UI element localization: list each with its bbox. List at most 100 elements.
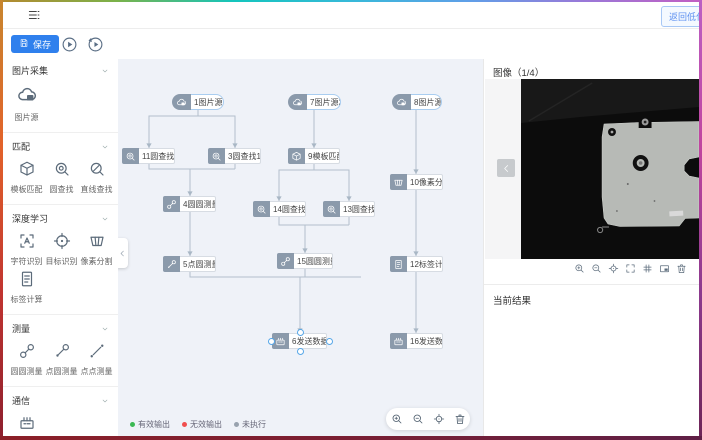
- flow-node-11[interactable]: 11圆查找2: [122, 148, 175, 164]
- zoom-in-icon[interactable]: [574, 263, 585, 274]
- sidebar-tool-label: 标签计算: [11, 294, 43, 305]
- match-cube-icon: [288, 148, 305, 164]
- flow-node-label: 8图片源3: [411, 94, 442, 110]
- trash-icon[interactable]: [676, 263, 687, 274]
- zoom-out-icon[interactable]: [591, 263, 602, 274]
- sidebar-tool-find-line[interactable]: 直线查找: [79, 160, 114, 195]
- chevron-down-icon: [101, 143, 109, 151]
- preview-image[interactable]: [521, 79, 699, 259]
- run-once-button[interactable]: [60, 35, 78, 53]
- sidebar-tool-send-data[interactable]: [9, 414, 44, 435]
- legend-dot-icon: [130, 422, 135, 427]
- segment-icon: [390, 174, 407, 190]
- status-legend: 有效输出无效输出未执行: [130, 419, 266, 430]
- tool-sidebar: 图片采集图片源匹配模板匹配圆查找直线查找深度学习字符识别目标识别像素分割标签计算…: [3, 59, 119, 436]
- sidebar-tool-find-circle[interactable]: 圆查找: [44, 160, 79, 195]
- flow-node-10[interactable]: 10像素分割1: [390, 174, 443, 190]
- sidebar-tool-target[interactable]: 目标识别: [44, 232, 79, 267]
- flow-node-4[interactable]: 4圆圆测量2: [163, 196, 216, 212]
- find-circle-icon: [122, 148, 139, 164]
- flow-node-label: 14圆查找4: [270, 201, 306, 217]
- sidebar-section-title: 匹配: [12, 140, 30, 153]
- selection-handle[interactable]: [297, 348, 304, 355]
- flow-node-7[interactable]: 7图片源2: [288, 94, 341, 110]
- flow-node-1[interactable]: 1图片源1: [172, 94, 224, 110]
- flow-node-6[interactable]: 6发送数据1: [272, 333, 327, 349]
- sidebar-tool-segment[interactable]: 像素分割: [79, 232, 114, 267]
- fullscreen-icon[interactable]: [625, 263, 636, 274]
- zoom-out-icon[interactable]: [412, 413, 424, 425]
- flow-node-5[interactable]: 5点圆测量1: [163, 256, 216, 272]
- back-to-lowcode-button[interactable]: 返回低代: [661, 6, 699, 27]
- app-content: 返回低代 保存 图片采集图片源匹配模板匹配圆查找直线查找深度学习字符识别目标识别…: [3, 2, 699, 436]
- find-circle-icon: [53, 160, 71, 181]
- trash-icon[interactable]: [454, 413, 466, 425]
- flow-node-label: 1图片源1: [191, 94, 224, 110]
- sidebar-collapse-handle[interactable]: [118, 238, 128, 268]
- flow-node-label: 15圆圆测量3: [294, 253, 333, 269]
- find-circle-icon: [253, 201, 270, 217]
- save-icon: [19, 38, 29, 50]
- label-calc-icon: [390, 256, 407, 272]
- sidebar-tool-measure-cc[interactable]: 圆圆测量: [9, 342, 44, 377]
- selection-handle[interactable]: [268, 338, 275, 345]
- save-button[interactable]: 保存: [11, 35, 59, 53]
- sidebar-section-header[interactable]: 匹配: [3, 139, 118, 154]
- sidebar-tool-measure-pc[interactable]: 点圆测量: [44, 342, 79, 377]
- selection-handle[interactable]: [326, 338, 333, 345]
- flow-node-3[interactable]: 3圆查找1: [208, 148, 261, 164]
- sidebar-divider: [3, 204, 118, 205]
- flow-node-label: 3圆查找1: [225, 148, 261, 164]
- sidebar-section-4: 通信: [3, 389, 118, 436]
- flow-node-16[interactable]: 16发送数据2: [390, 333, 443, 349]
- sidebar-tool-cloud-image[interactable]: 图片源: [9, 84, 44, 123]
- compare-icon[interactable]: [659, 263, 670, 274]
- sidebar-tool-label: 直线查找: [81, 184, 113, 195]
- cloud-image-icon: [16, 84, 38, 109]
- sidebar-tool-label: 目标识别: [46, 256, 78, 267]
- zoom-in-icon[interactable]: [391, 413, 403, 425]
- measure-pp-icon: [88, 342, 106, 363]
- image-nav-strip: [485, 79, 521, 259]
- inspection-photo: [521, 79, 699, 259]
- image-header: 图像（1/4）: [484, 59, 699, 79]
- sidebar-tool-label: 点点测量: [81, 366, 113, 377]
- sidebar-section-header[interactable]: 深度学习: [3, 211, 118, 226]
- label-calc-icon: [18, 270, 36, 291]
- flow-canvas[interactable]: 有效输出无效输出未执行 1图片源1 7图片源2 8图片源3 11圆查找2 3圆查找1 9模…: [118, 59, 483, 436]
- sidebar-tool-ocr[interactable]: 字符识别: [9, 232, 44, 267]
- grid-icon[interactable]: [642, 263, 653, 274]
- sidebar-section-title: 图片采集: [12, 64, 48, 77]
- legend-label: 未执行: [242, 419, 266, 430]
- current-result-section: 当前结果: [484, 284, 699, 436]
- locate-icon[interactable]: [433, 413, 445, 425]
- sidebar-tool-measure-pp[interactable]: 点点测量: [79, 342, 114, 377]
- flow-node-12[interactable]: 12标签计算1: [390, 256, 443, 272]
- sidebar-tool-match-cube[interactable]: 模板匹配: [9, 160, 44, 195]
- sidebar-tool-label: 图片源: [15, 112, 39, 123]
- flow-node-14[interactable]: 14圆查找4: [253, 201, 306, 217]
- flow-node-13[interactable]: 13圆查找3: [323, 201, 375, 217]
- sidebar-section-header[interactable]: 通信: [3, 393, 118, 408]
- sidebar-section-header[interactable]: 测量: [3, 321, 118, 336]
- cloud-image-icon: [288, 94, 307, 110]
- flow-node-15[interactable]: 15圆圆测量3: [277, 253, 333, 269]
- previous-image-button[interactable]: [497, 159, 515, 177]
- find-circle-icon: [323, 201, 340, 217]
- flow-node-8[interactable]: 8图片源3: [392, 94, 442, 110]
- flow-node-9[interactable]: 9模板匹配1: [288, 148, 340, 164]
- menu-icon[interactable]: [27, 8, 41, 25]
- sidebar-section-header[interactable]: 图片采集: [3, 63, 118, 78]
- flow-node-label: 10像素分割1: [407, 174, 443, 190]
- selection-handle[interactable]: [297, 329, 304, 336]
- run-loop-button[interactable]: [86, 35, 104, 53]
- sidebar-tool-label-calc[interactable]: 标签计算: [9, 270, 44, 305]
- legend-item: 未执行: [234, 419, 266, 430]
- flow-node-label: 4圆圆测量2: [180, 196, 216, 212]
- flow-node-label: 6发送数据1: [289, 333, 327, 349]
- sidebar-tool-label: 点圆测量: [46, 366, 78, 377]
- locate-icon[interactable]: [608, 263, 619, 274]
- current-result-header: 当前结果: [484, 285, 699, 307]
- sidebar-section-title: 深度学习: [12, 212, 48, 225]
- sidebar-tool-label: 字符识别: [11, 256, 43, 267]
